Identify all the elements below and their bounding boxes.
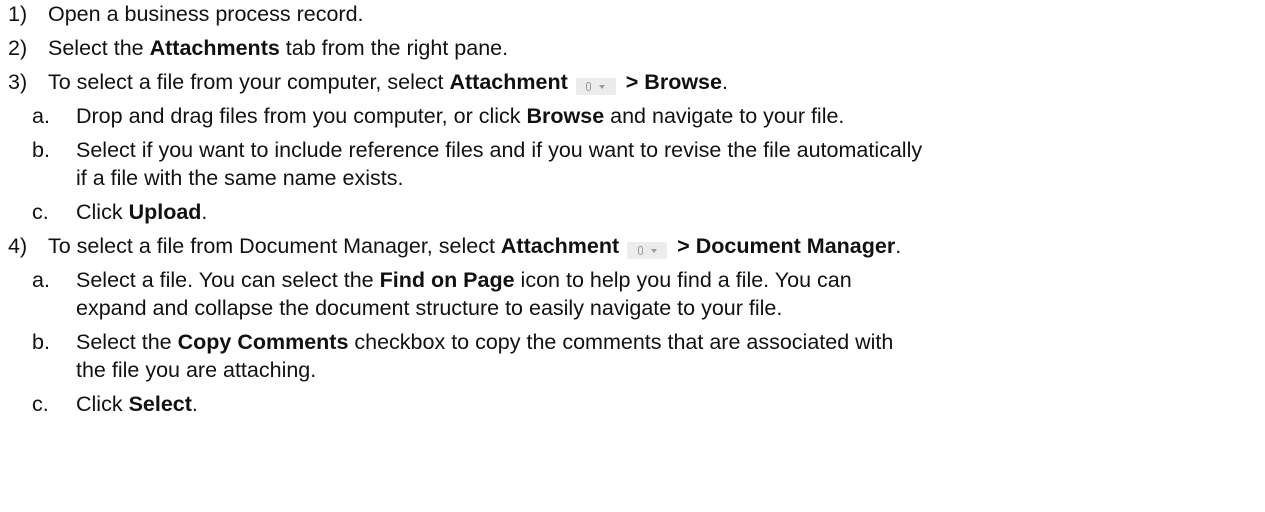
step-number: 2)	[8, 36, 28, 60]
sub-step-text: Select the Copy Comments checkbox to cop…	[76, 330, 894, 354]
ui-term-browse: Browse	[526, 104, 605, 128]
ui-term-upload: Upload	[128, 200, 202, 224]
sub-step-letter: c.	[32, 392, 49, 416]
attachment-paperclip-dropdown-icon	[627, 242, 668, 259]
instruction-list: 1) Open a business process record. 2) Se…	[0, 0, 1265, 512]
sub-step-letter: a.	[32, 268, 50, 292]
sub-step-letter: b.	[32, 138, 50, 162]
ui-term-document-manager-menu: > Document Manager	[677, 234, 896, 258]
ui-term-browse-menu: > Browse	[625, 70, 722, 94]
ui-term-attachments-tab: Attachments	[149, 36, 280, 60]
sub-step-text: the file you are attaching.	[76, 358, 317, 382]
step-text: Select the Attachments tab from the righ…	[48, 36, 509, 60]
sub-step-text: Select if you want to include reference …	[76, 138, 923, 162]
sub-step-letter: b.	[32, 330, 50, 354]
ui-term-copy-comments: Copy Comments	[177, 330, 349, 354]
attachment-paperclip-dropdown-icon	[575, 78, 616, 95]
sub-step-letter: a.	[32, 104, 50, 128]
step-text: To select a file from your computer, sel…	[48, 70, 728, 95]
ui-term-attachment: Attachment	[500, 234, 620, 258]
sub-step-text: expand and collapse the document structu…	[76, 296, 783, 320]
ui-term-attachment: Attachment	[449, 70, 568, 94]
sub-step-text: Select a file. You can select the Find o…	[76, 268, 852, 292]
sub-step-text: Click Select.	[76, 392, 198, 416]
sub-step-text: Click Upload.	[76, 200, 208, 224]
step-number: 3)	[8, 70, 28, 94]
sub-step-text: if a file with the same name exists.	[76, 166, 404, 190]
step-number: 1)	[8, 2, 28, 26]
step-number: 4)	[8, 234, 28, 258]
step-text: To select a file from Document Manager, …	[48, 234, 902, 259]
ui-term-find-on-page: Find on Page	[379, 268, 515, 292]
sub-step-text: Drop and drag files from you computer, o…	[76, 104, 845, 128]
step-text: Open a business process record.	[48, 2, 364, 26]
sub-step-letter: c.	[32, 200, 49, 224]
ui-term-select: Select	[128, 392, 192, 416]
